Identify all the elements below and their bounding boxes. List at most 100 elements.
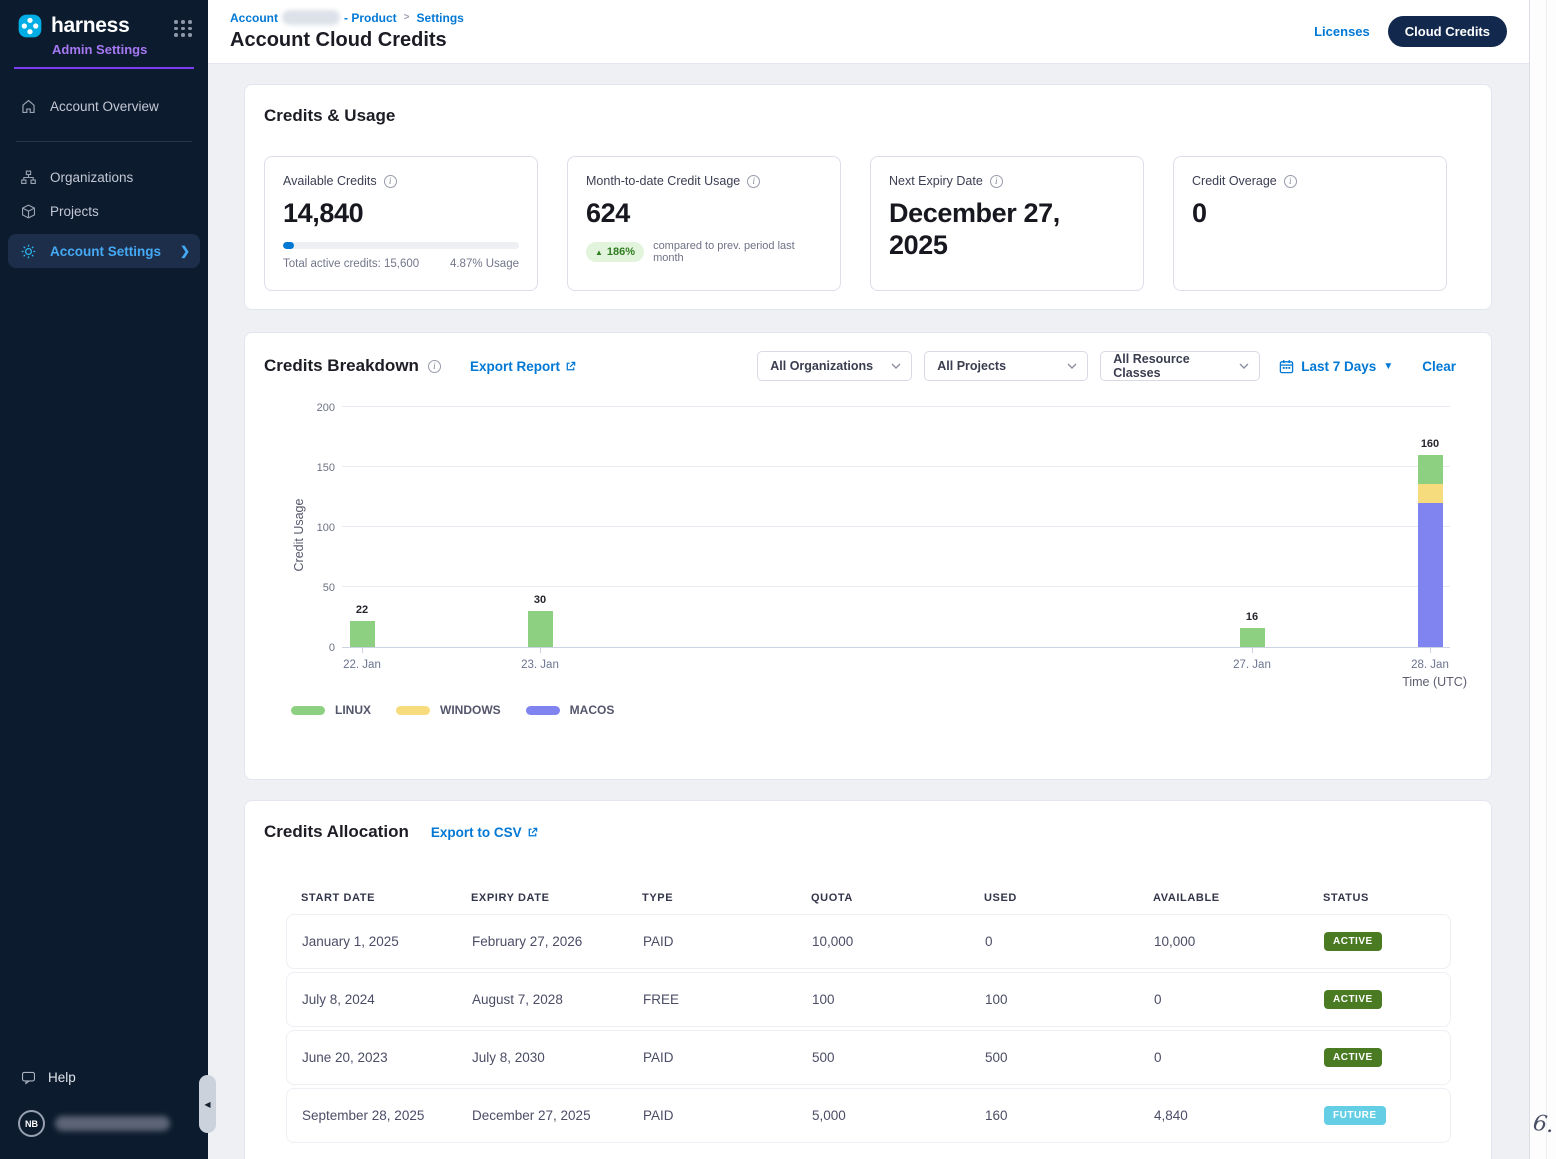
legend-label: WINDOWS	[440, 703, 501, 717]
legend-item-windows[interactable]: WINDOWS	[396, 703, 501, 717]
allocation-table-header: START DATEEXPIRY DATETYPEQUOTAUSEDAVAILA…	[286, 882, 1451, 914]
redacted-username	[55, 1116, 170, 1131]
info-icon[interactable]: i	[1284, 175, 1297, 188]
legend-label: LINUX	[335, 703, 371, 717]
caret-down-icon: ▼	[1383, 361, 1393, 372]
bar-segment-macos	[1418, 503, 1443, 647]
external-link-icon	[565, 361, 576, 372]
metric-label: Credit Overage	[1192, 174, 1277, 188]
credits-progress-fill	[283, 242, 294, 249]
help-button[interactable]: Help	[0, 1059, 208, 1096]
vertical-scrollbar[interactable]	[1529, 0, 1556, 1159]
info-icon[interactable]: i	[384, 175, 397, 188]
avatar[interactable]: NB	[18, 1110, 45, 1137]
chevron-down-icon	[1239, 363, 1249, 369]
info-icon[interactable]: i	[428, 360, 441, 373]
handwritten-annotation: 6.	[1531, 1111, 1555, 1139]
export-csv-link[interactable]: Export to CSV	[431, 825, 538, 840]
resource-classes-select[interactable]: All Resource Classes	[1100, 351, 1260, 381]
cell-start-date: July 8, 2024	[287, 992, 457, 1007]
organizations-select[interactable]: All Organizations	[757, 351, 912, 381]
bar-total-label: 160	[1400, 438, 1460, 450]
trend-up-icon: ▲	[595, 248, 603, 257]
top-bar: Account - Product > Settings Account Clo…	[208, 0, 1556, 64]
x-tick-mark	[362, 647, 363, 653]
cell-quota: 5,000	[797, 1108, 970, 1123]
legend-swatch	[291, 706, 325, 715]
cell-quota: 10,000	[797, 934, 970, 949]
sidebar-collapse-handle[interactable]: ◀	[199, 1075, 216, 1133]
metric-value: 0	[1192, 197, 1428, 229]
chevron-right-icon: ❯	[180, 244, 190, 258]
cell-available: 0	[1139, 992, 1309, 1007]
organizations-icon	[20, 169, 37, 186]
x-axis-title: Time (UTC)	[342, 675, 1467, 689]
bar-total-label: 30	[510, 594, 570, 606]
sidebar-item-projects[interactable]: Projects	[0, 194, 208, 228]
projects-select[interactable]: All Projects	[924, 351, 1088, 381]
chart-plot: 2222. Jan3023. Jan1627. Jan16028. Jan	[342, 408, 1450, 648]
x-tick-label: 28. Jan	[1390, 659, 1470, 671]
x-tick-label: 22. Jan	[322, 659, 402, 671]
allocation-table: START DATEEXPIRY DATETYPEQUOTAUSEDAVAILA…	[286, 882, 1451, 1143]
y-tick-label: 0	[329, 642, 335, 654]
sidebar: harness Admin Settings Account Overview …	[0, 0, 208, 1159]
organizations-select-value: All Organizations	[770, 359, 873, 373]
export-csv-label: Export to CSV	[431, 825, 522, 840]
legend-item-linux[interactable]: LINUX	[291, 703, 371, 717]
user-row[interactable]: NB	[0, 1096, 208, 1149]
sidebar-item-label: Projects	[50, 204, 99, 219]
clear-filters-link[interactable]: Clear	[1422, 359, 1456, 374]
harness-logo-icon	[16, 12, 44, 40]
trend-value: 186%	[607, 246, 635, 258]
breadcrumb-product-link[interactable]: - Product	[344, 11, 397, 25]
breadcrumb-settings-link[interactable]: Settings	[417, 11, 464, 25]
resource-classes-select-value: All Resource Classes	[1113, 352, 1239, 380]
legend-item-macos[interactable]: MACOS	[526, 703, 615, 717]
table-row: June 20, 2023July 8, 2030PAID5005000ACTI…	[286, 1030, 1451, 1085]
gear-icon	[20, 243, 37, 260]
calendar-icon	[1279, 359, 1294, 374]
x-tick-label: 23. Jan	[500, 659, 580, 671]
credits-breakdown-panel: Credits Breakdown i Export Report All Or…	[244, 332, 1492, 780]
cell-type: PAID	[628, 1108, 797, 1123]
home-icon	[20, 98, 37, 115]
breadcrumb-account-link[interactable]: Account	[230, 11, 278, 25]
x-tick-mark	[1430, 647, 1431, 653]
date-range-picker[interactable]: Last 7 Days ▼	[1279, 359, 1393, 374]
export-report-label: Export Report	[470, 359, 560, 374]
brand-logo-link[interactable]: harness	[16, 12, 194, 40]
credit-overage-card: Credit Overage i 0	[1173, 156, 1447, 291]
cell-expiry-date: February 27, 2026	[457, 934, 628, 949]
sidebar-item-account-overview[interactable]: Account Overview	[0, 89, 208, 123]
column-header: START DATE	[286, 892, 456, 904]
cell-expiry-date: August 7, 2028	[457, 992, 628, 1007]
cell-start-date: June 20, 2023	[287, 1050, 457, 1065]
metric-label: Month-to-date Credit Usage	[586, 174, 740, 188]
info-icon[interactable]: i	[990, 175, 1003, 188]
sidebar-item-account-settings[interactable]: Account Settings ❯	[8, 234, 200, 268]
metric-label: Available Credits	[283, 174, 377, 188]
cell-used: 160	[970, 1108, 1139, 1123]
app-grid-icon[interactable]	[174, 20, 192, 37]
table-row: January 1, 2025February 27, 2026PAID10,0…	[286, 914, 1451, 969]
gridline	[342, 586, 1450, 587]
sidebar-item-label: Organizations	[50, 170, 133, 185]
credits-usage-panel: Credits & Usage Available Credits i 14,8…	[244, 84, 1492, 310]
credits-breakdown-heading: Credits Breakdown	[264, 356, 419, 376]
chat-help-icon	[20, 1069, 37, 1086]
cell-used: 500	[970, 1050, 1139, 1065]
cell-expiry-date: July 8, 2030	[457, 1050, 628, 1065]
info-icon[interactable]: i	[747, 175, 760, 188]
cell-status: ACTIVE	[1309, 990, 1450, 1009]
content-scroll-area[interactable]: Credits & Usage Available Credits i 14,8…	[208, 64, 1556, 1159]
sidebar-item-label: Account Overview	[50, 99, 159, 114]
column-header: EXPIRY DATE	[456, 892, 627, 904]
cloud-credits-button[interactable]: Cloud Credits	[1388, 16, 1507, 47]
licenses-link[interactable]: Licenses	[1314, 24, 1370, 39]
sidebar-item-organizations[interactable]: Organizations	[0, 160, 208, 194]
y-tick-label: 100	[317, 522, 335, 534]
export-report-link[interactable]: Export Report	[470, 359, 576, 374]
external-link-icon	[527, 827, 538, 838]
help-label: Help	[48, 1070, 76, 1085]
